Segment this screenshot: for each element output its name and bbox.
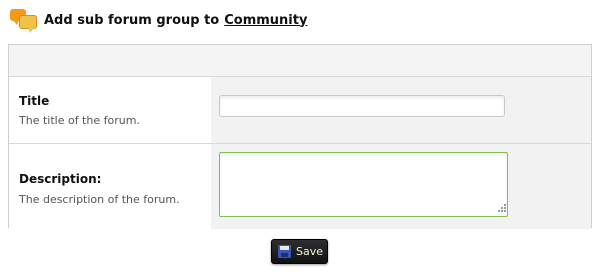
title-prefix: Add sub forum group to — [44, 12, 220, 28]
description-row: Description: The description of the foru… — [9, 144, 591, 229]
description-help: The description of the forum. — [19, 193, 180, 206]
floppy-disk-icon — [278, 245, 291, 258]
add-subforum-form: Title The title of the forum. Descriptio… — [8, 44, 592, 229]
resize-grip-icon[interactable] — [497, 204, 507, 214]
description-field-cell — [211, 144, 591, 229]
forum-link[interactable]: Community — [224, 13, 307, 28]
save-button[interactable]: Save — [271, 239, 328, 264]
page-header: Add sub forum group to Community — [10, 8, 307, 33]
title-label-cell: Title The title of the forum. — [9, 77, 211, 143]
form-header-band — [9, 45, 591, 77]
title-description: The title of the forum. — [19, 114, 140, 127]
save-label: Save — [296, 245, 324, 258]
page-title: Add sub forum group to Community — [44, 13, 307, 28]
title-field-cell — [211, 77, 591, 143]
chat-bubbles-icon — [10, 9, 37, 33]
description-textarea[interactable] — [219, 152, 508, 217]
title-label: Title — [19, 94, 50, 108]
title-input[interactable] — [219, 95, 505, 117]
description-label: Description: — [19, 172, 102, 186]
description-label-cell: Description: The description of the foru… — [9, 144, 211, 229]
title-row: Title The title of the forum. — [9, 77, 591, 144]
